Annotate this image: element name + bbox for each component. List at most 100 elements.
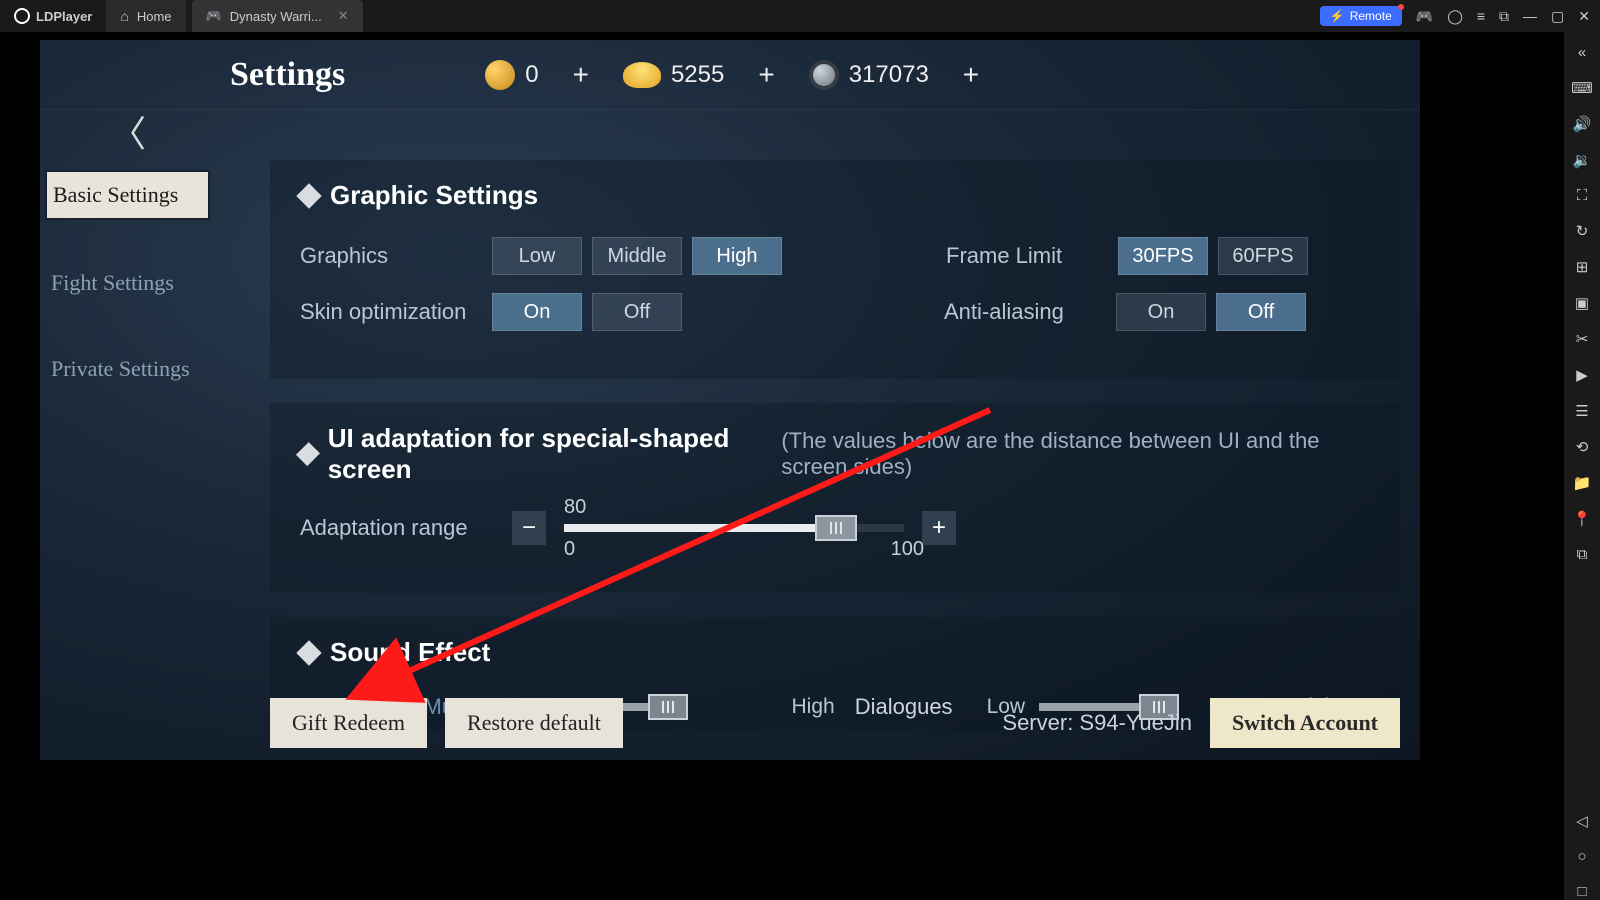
tab-home-label: Home (137, 9, 172, 24)
scissors-icon[interactable]: ✂ (1576, 330, 1589, 348)
tab-private-settings[interactable]: Private Settings (45, 346, 210, 392)
remote-button[interactable]: ⚡ Remote (1320, 6, 1402, 26)
volume-up-icon[interactable]: 🔊 (1573, 115, 1592, 133)
tab-game-label: Dynasty Warri... (230, 9, 322, 24)
frame-limit-label: Frame Limit (946, 243, 1096, 269)
ldplayer-logo: LDPlayer (0, 8, 106, 24)
range-current: 80 (564, 496, 586, 519)
ui-adapt-title: UI adaptation for special-shaped screen … (300, 423, 1370, 485)
user-icon[interactable]: ◯ (1447, 8, 1463, 25)
add-ingot-button[interactable]: + (754, 59, 778, 91)
skin-on[interactable]: On (492, 293, 582, 331)
fps-60[interactable]: 60FPS (1218, 237, 1308, 275)
graphics-options: Low Middle High (492, 237, 782, 275)
close-window-icon[interactable]: ✕ (1578, 8, 1590, 25)
folder-icon[interactable]: 📁 (1573, 474, 1592, 492)
popout-icon[interactable]: ⧉ (1499, 8, 1509, 25)
tab-basic-settings[interactable]: Basic Settings (45, 170, 210, 220)
settings-content: Graphic Settings Graphics Low Middle Hig… (270, 160, 1410, 760)
menu-icon[interactable]: ≡ (1477, 8, 1485, 24)
skin-off[interactable]: Off (592, 293, 682, 331)
currency-coin: 317073 (809, 60, 929, 90)
range-max: 100 (891, 538, 924, 561)
keyboard-icon[interactable]: ⌨ (1571, 79, 1593, 97)
diamond-icon (296, 183, 321, 208)
sync-icon[interactable]: ↻ (1576, 222, 1589, 240)
tab-fight-settings[interactable]: Fight Settings (45, 260, 210, 306)
restore-default-button[interactable]: Restore default (445, 698, 623, 748)
ui-adapt-hint: (The values below are the distance betwe… (781, 428, 1370, 480)
top-right-controls: ⚡ Remote 🎮 ◯ ≡ ⧉ — ▢ ✕ (1320, 6, 1600, 26)
graphics-low[interactable]: Low (492, 237, 582, 275)
server-label: Server: S94-YueJin (1002, 710, 1192, 736)
bottom-bar: Gift Redeem Restore default Server: S94-… (270, 698, 1400, 748)
ui-adapt-label: UI adaptation for special-shaped screen (328, 423, 758, 485)
collapse-icon[interactable]: « (1578, 44, 1586, 61)
ldplayer-ring-icon (14, 8, 30, 24)
range-plus-button[interactable]: + (922, 511, 956, 545)
range-min: 0 (564, 538, 575, 561)
emulator-side-bar: « ⌨ 🔊 🔉 ⛶ ↻ ⊞ ▣ ✂ ▶ ☰ ⟲ 📁 📍 ⧉ ◁ ○ □ (1564, 32, 1600, 900)
graphics-middle[interactable]: Middle (592, 237, 682, 275)
volume-down-icon[interactable]: 🔉 (1573, 151, 1592, 169)
rotate-icon[interactable]: ⟲ (1576, 438, 1589, 456)
diamond-icon (296, 640, 321, 665)
skin-opt-label: Skin optimization (300, 299, 470, 325)
add-scroll-button[interactable]: + (569, 59, 593, 91)
range-track[interactable]: 80 0 100 (564, 524, 904, 532)
ui-adaptation-panel: UI adaptation for special-shaped screen … (270, 403, 1400, 593)
skin-opt-options: On Off (492, 293, 682, 331)
graphic-settings-panel: Graphic Settings Graphics Low Middle Hig… (270, 160, 1400, 379)
close-icon[interactable]: ✕ (338, 8, 349, 24)
sound-section-label: Sound Effect (330, 637, 490, 668)
graphic-section-label: Graphic Settings (330, 180, 538, 211)
frame-limit-options: 30FPS 60FPS (1118, 237, 1308, 275)
currency-scroll-value: 0 (525, 61, 538, 89)
anti-aliasing-options: On Off (1116, 293, 1306, 331)
emulator-top-bar: LDPlayer ⌂ Home 🎮 Dynasty Warri... ✕ ⚡ R… (0, 0, 1600, 32)
back-arrow-icon[interactable]: 〈 (110, 105, 146, 157)
coin-icon (809, 60, 839, 90)
gamepad-icon[interactable]: 🎮 (1416, 8, 1433, 25)
range-thumb[interactable] (815, 515, 857, 541)
bolt-icon: ⚡ (1330, 9, 1345, 23)
scroll-icon (485, 60, 515, 90)
currency-bar: 0 + 5255 + 317073 + (485, 59, 983, 91)
apk-icon[interactable]: ▣ (1575, 294, 1589, 312)
game-icon: 🎮 (206, 8, 222, 24)
sound-section-title: Sound Effect (300, 637, 1370, 668)
adaptation-slider: − 80 0 100 + (512, 511, 956, 545)
ldplayer-brand: LDPlayer (36, 9, 92, 24)
minimize-icon[interactable]: — (1523, 8, 1537, 24)
currency-ingot-value: 5255 (671, 61, 724, 89)
graphics-high[interactable]: High (692, 237, 782, 275)
range-fill (564, 524, 836, 532)
nav-recent-icon[interactable]: □ (1577, 883, 1586, 900)
currency-ingot: 5255 (623, 61, 724, 89)
aa-off[interactable]: Off (1216, 293, 1306, 331)
nav-home-icon[interactable]: ○ (1577, 848, 1586, 865)
range-minus-button[interactable]: − (512, 511, 546, 545)
add-coin-button[interactable]: + (959, 59, 983, 91)
graphics-label: Graphics (300, 243, 470, 269)
multi-instance-icon[interactable]: ⊞ (1576, 258, 1589, 276)
operation-icon[interactable]: ☰ (1575, 402, 1588, 420)
tab-game[interactable]: 🎮 Dynasty Warri... ✕ (192, 0, 363, 32)
ingot-icon (623, 62, 661, 88)
aa-on[interactable]: On (1116, 293, 1206, 331)
tab-home[interactable]: ⌂ Home (106, 0, 185, 32)
nav-back-icon[interactable]: ◁ (1576, 812, 1588, 830)
location-icon[interactable]: 📍 (1573, 510, 1592, 528)
record-icon[interactable]: ▶ (1576, 366, 1588, 384)
game-viewport: 〈 Settings 0 + 5255 + 317073 + Basic Set… (40, 40, 1420, 760)
home-icon: ⌂ (120, 8, 128, 24)
clone-icon[interactable]: ⧉ (1577, 546, 1588, 563)
diamond-icon (296, 442, 320, 466)
fullscreen-icon[interactable]: ⛶ (1577, 187, 1588, 204)
switch-account-button[interactable]: Switch Account (1210, 698, 1400, 748)
settings-tabs: Basic Settings Fight Settings Private Se… (45, 170, 210, 392)
maximize-icon[interactable]: ▢ (1551, 8, 1564, 25)
gift-redeem-button[interactable]: Gift Redeem (270, 698, 427, 748)
page-title: Settings (230, 56, 345, 94)
fps-30[interactable]: 30FPS (1118, 237, 1208, 275)
